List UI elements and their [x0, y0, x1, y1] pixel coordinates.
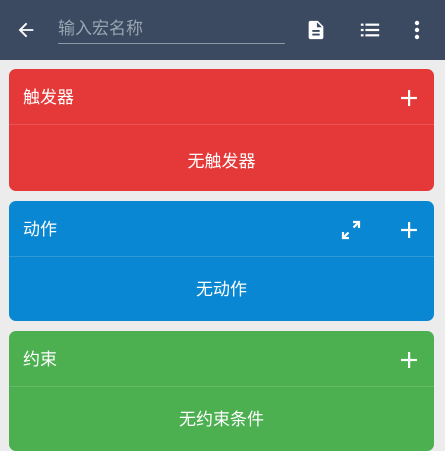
- expand-actions-button[interactable]: [338, 217, 364, 243]
- add-constraint-button[interactable]: [396, 347, 422, 373]
- list-icon: [360, 23, 380, 37]
- card-divider: [9, 124, 434, 125]
- action-card: 动作 无动作: [9, 201, 434, 321]
- card-divider: [9, 256, 434, 257]
- card-divider: [9, 386, 434, 387]
- add-trigger-button[interactable]: [396, 85, 422, 111]
- back-button[interactable]: [8, 12, 44, 48]
- plus-icon: [401, 222, 417, 238]
- list-button[interactable]: [352, 12, 388, 48]
- action-title: 动作: [23, 220, 57, 240]
- add-action-button[interactable]: [396, 217, 422, 243]
- toolbar: [0, 0, 445, 60]
- constraint-title: 约束: [23, 350, 57, 370]
- back-arrow-icon: [18, 22, 34, 38]
- no-constraints-text[interactable]: 无约束条件: [9, 409, 434, 431]
- macro-name-input[interactable]: [58, 16, 285, 44]
- document-icon: [308, 20, 324, 40]
- more-options-button[interactable]: [402, 12, 432, 48]
- document-button[interactable]: [298, 12, 334, 48]
- more-vert-icon: [414, 20, 420, 40]
- plus-icon: [401, 352, 417, 368]
- plus-icon: [401, 90, 417, 106]
- trigger-card: 触发器 无触发器: [9, 69, 434, 191]
- trigger-title: 触发器: [23, 88, 74, 108]
- no-triggers-text[interactable]: 无触发器: [9, 151, 434, 173]
- constraint-card: 约束 无约束条件: [9, 331, 434, 451]
- expand-icon: [341, 220, 361, 240]
- no-actions-text[interactable]: 无动作: [9, 279, 434, 301]
